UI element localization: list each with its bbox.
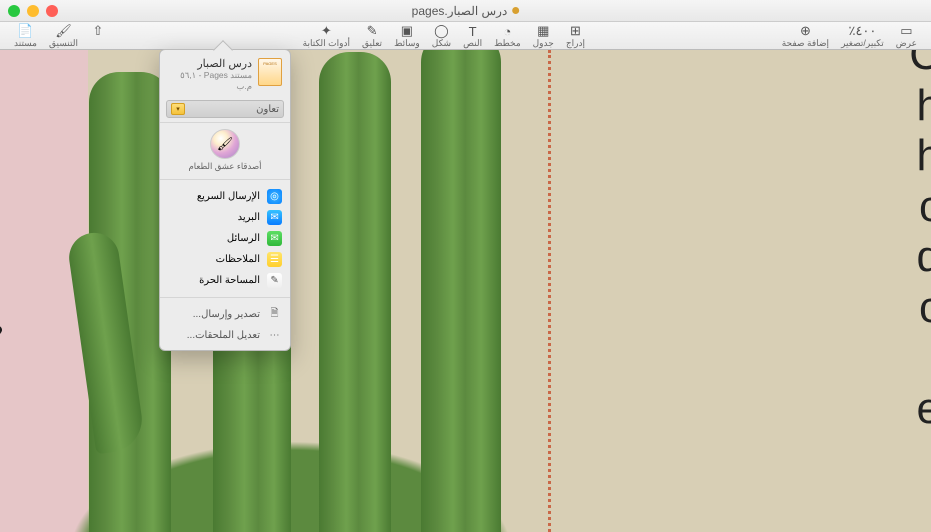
share-popover: درس الصبار مستند Pages - ٥٦,١ م.ب تعاون … [159,49,291,351]
freeform-icon: ✎ [267,273,282,288]
margin-guide [548,50,551,532]
insert-label: إدراج [566,39,585,48]
view-icon: ▭ [898,24,914,38]
add-page-icon: ⊕ [797,24,813,38]
share-mode-label: تعاون [256,104,279,115]
view-label: عرض [896,39,917,48]
writing-tools-button[interactable]: ✦أدوات الكتابة [303,24,350,48]
dropdown-toggle-icon: ▾ [171,103,185,115]
zoom-label: تكبير/تصغير [841,39,884,48]
share-airdrop-item[interactable]: ◎ الإرسال السريع [160,186,290,207]
writing-tools-icon: ✦ [318,24,334,38]
text-label: النص [463,39,482,48]
insert-button[interactable]: ⊞إدراج [566,24,585,48]
cactus-stem-icon [319,52,391,532]
toolbar: ▭عرض ٤٠٠٪تكبير/تصغير ⊕إضافة صفحة ⊞إدراج ▦جد… [0,22,931,50]
messages-icon: ✉ [267,231,282,246]
mail-icon: ✉ [267,210,282,225]
contact-avatar-icon[interactable] [210,129,240,159]
view-button[interactable]: ▭عرض [896,24,917,48]
share-action-label: تعديل الملحقات... [187,330,260,341]
share-mode-selector[interactable]: تعاون ▾ [166,100,284,118]
media-button[interactable]: ▣وسائط [394,24,420,48]
window-title: درس الصبار.pages [412,4,520,18]
comment-label: تعليق [362,39,382,48]
document-canvas[interactable]: Chhcdcle [0,50,931,532]
edit-ext-icon: ⋯ [267,328,282,343]
maximize-window-button[interactable] [8,5,20,17]
share-freeform-item[interactable]: ✎ المساحة الحرة [160,270,290,291]
share-action-label: تصدير وإرسال... [193,309,260,320]
comment-icon: ✎ [364,24,380,38]
share-doc-subtitle: مستند Pages - ٥٦,١ م.ب [168,70,252,92]
table-label: جدول [533,39,554,48]
document-label: مستند [14,39,37,48]
minimize-window-button[interactable] [27,5,39,17]
shape-button[interactable]: ◯شكل [432,24,451,48]
share-export-item[interactable]: 🗎 تصدير وإرسال... [160,304,290,325]
add-page-label: إضافة صفحة [782,39,829,48]
share-item-label: الملاحظات [216,254,260,265]
cactus-stem-icon [421,50,501,532]
shape-icon: ◯ [433,24,449,38]
share-doc-title: درس الصبار [168,58,252,70]
format-button[interactable]: 🖌التنسيق [49,24,78,48]
pages-doc-icon [258,58,282,86]
document-button[interactable]: 📄مستند [14,24,37,48]
add-page-button[interactable]: ⊕إضافة صفحة [782,24,829,48]
chart-label: مخطط [494,39,521,48]
share-icon: ⇧ [90,24,106,38]
share-edit-ext-item[interactable]: ⋯ تعديل الملحقات... [160,325,290,346]
share-item-label: الإرسال السريع [197,191,260,202]
titlebar: درس الصبار.pages [0,0,931,22]
window-title-text: درس الصبار.pages [412,4,508,18]
share-contacts: أصدقاء عشق الطعام [160,122,290,177]
chart-icon: ◔ [499,24,515,38]
export-icon: 🗎 [267,307,282,322]
zoom-icon: ٤٠٠٪ [854,24,870,38]
document-icon: 📄 [18,24,34,38]
table-icon: ▦ [535,24,551,38]
close-window-button[interactable] [46,5,58,17]
text-icon: T [465,24,481,38]
notes-icon: ☰ [267,252,282,267]
format-icon: 🖌 [55,24,71,38]
table-button[interactable]: ▦جدول [533,24,554,48]
writing-tools-label: أدوات الكتابة [303,39,350,48]
media-icon: ▣ [399,24,415,38]
document-text: Chhcdcle [911,50,931,435]
shape-label: شكل [432,39,451,48]
share-messages-item[interactable]: ✉ الرسائل [160,228,290,249]
comment-button[interactable]: ✎تعليق [362,24,382,48]
unsaved-dot-icon [512,7,519,14]
share-item-label: الرسائل [227,233,260,244]
share-button[interactable]: ⇧ [90,24,106,48]
media-label: وسائط [394,39,420,48]
contact-name: أصدقاء عشق الطعام [188,162,261,171]
text-button[interactable]: Tالنص [463,24,482,48]
insert-icon: ⊞ [567,24,583,38]
scribble-icon [0,260,18,340]
traffic-lights [8,5,58,17]
zoom-button[interactable]: ٤٠٠٪تكبير/تصغير [841,24,884,48]
chart-button[interactable]: ◔مخطط [494,24,521,48]
share-item-label: المساحة الحرة [199,275,260,286]
format-label: التنسيق [49,39,78,48]
share-item-label: البريد [238,212,260,223]
airdrop-icon: ◎ [267,189,282,204]
share-notes-item[interactable]: ☰ الملاحظات [160,249,290,270]
share-mail-item[interactable]: ✉ البريد [160,207,290,228]
